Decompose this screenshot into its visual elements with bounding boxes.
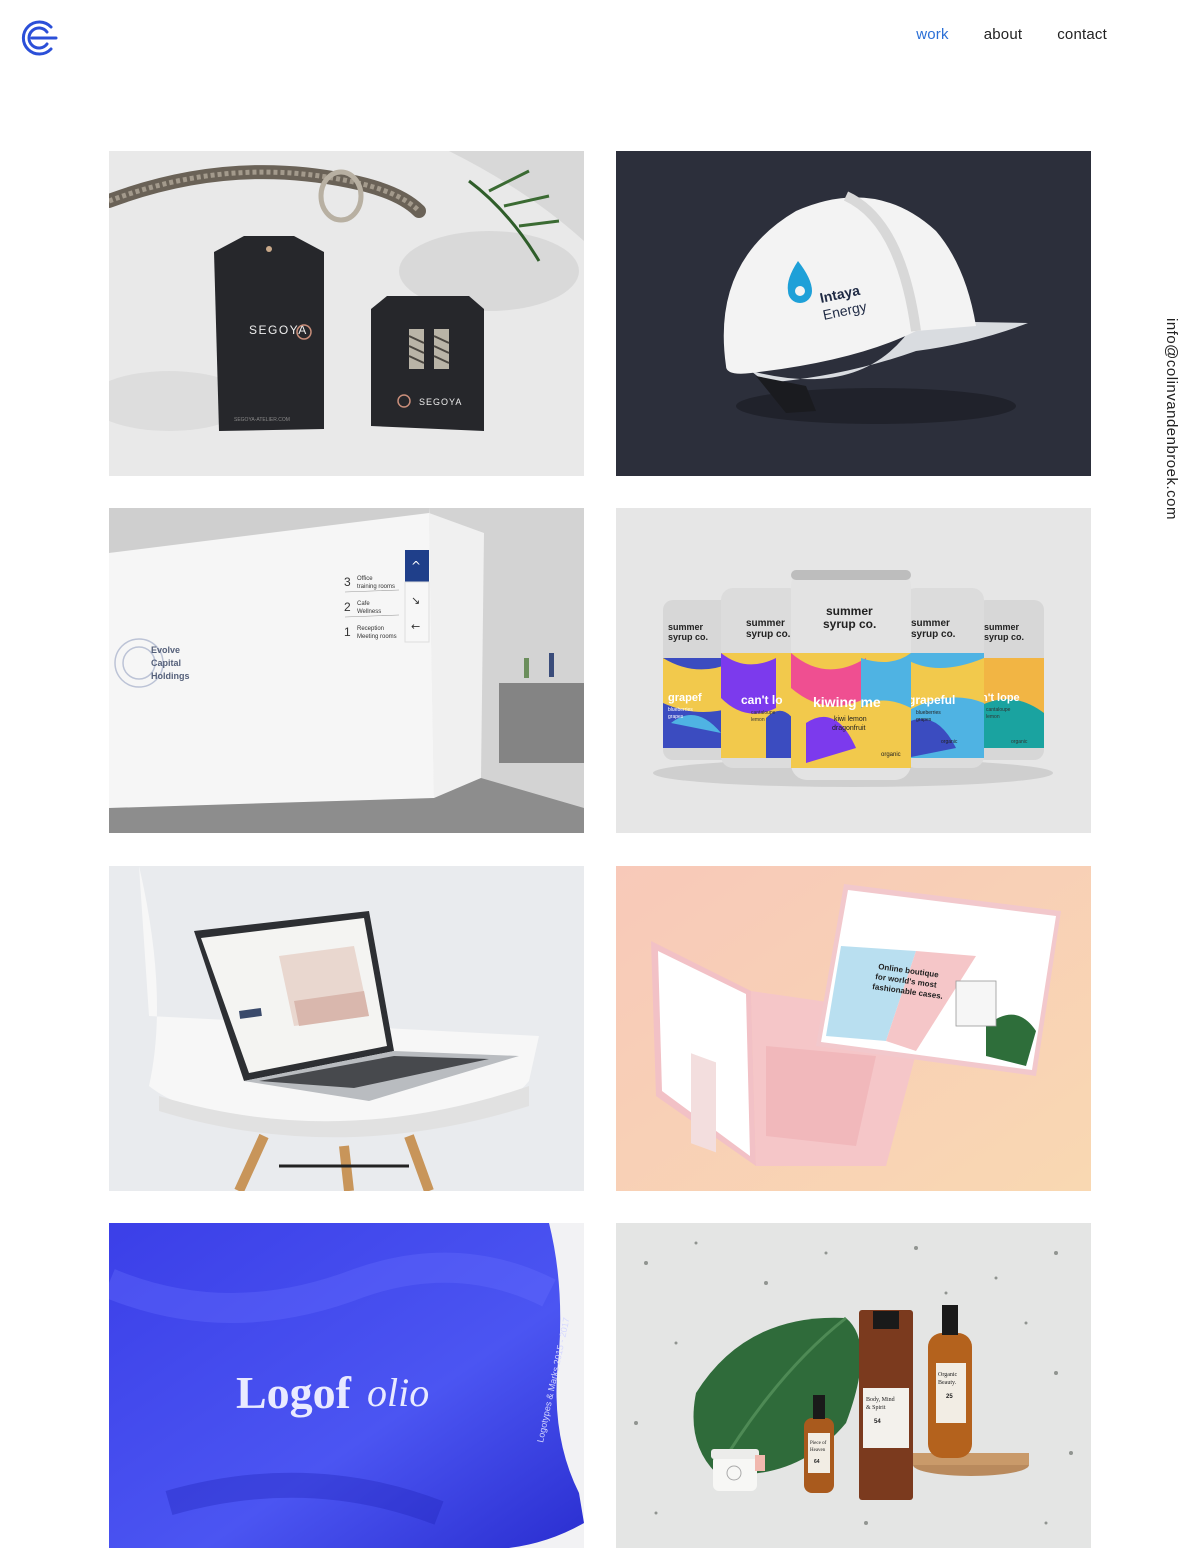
evolve-image: Evolve Capital Holdings ^ ↘ ← 3 Office t… bbox=[109, 508, 584, 833]
can4-note: organic bbox=[941, 739, 958, 745]
bottle1-line2: & Spirit bbox=[866, 1405, 886, 1411]
can4-sub1: blueberries bbox=[916, 710, 941, 716]
summer-syrup-image: summer syrup co. grapef blueberries grap… bbox=[616, 508, 1091, 833]
evolve-floor-2-l2: Wellness bbox=[357, 609, 381, 615]
can3-sub1: kiwi lemon bbox=[834, 716, 867, 723]
can1-sub1: blueberries bbox=[668, 707, 693, 713]
can5-sub1: cantaloupe bbox=[986, 707, 1011, 713]
can2-sub1: cantaloupe bbox=[751, 710, 776, 716]
evolve-floor-1-l1: Reception bbox=[357, 626, 384, 632]
can3-brand-2: syrup co. bbox=[823, 617, 876, 631]
can1-brand-1: summer bbox=[668, 622, 704, 632]
can2-flavor: can't lo bbox=[741, 693, 783, 707]
evolve-floor-3-num: 3 bbox=[344, 575, 351, 589]
project-tile-logofolio[interactable]: Logof olio Logotypes & Marks 2015 - 2017 bbox=[109, 1223, 584, 1548]
arrow-diagonal-icon: ↘ bbox=[411, 594, 420, 607]
logofolio-title-bold: Logof bbox=[236, 1367, 352, 1418]
bottle2-num: 25 bbox=[946, 1394, 953, 1400]
evolve-name-2: Capital bbox=[151, 658, 181, 668]
can1-brand-2: syrup co. bbox=[668, 632, 708, 642]
arrow-left-icon: ← bbox=[411, 620, 420, 633]
project-tile-evolve[interactable]: Evolve Capital Holdings ^ ↘ ← 3 Office t… bbox=[109, 508, 584, 833]
can4-brand-2: syrup co. bbox=[911, 629, 956, 640]
main-nav: work about contact bbox=[916, 26, 1107, 43]
evolve-floor-3-l2: training rooms bbox=[357, 584, 395, 590]
site-logo[interactable] bbox=[18, 18, 58, 58]
evolve-floor-1-l2: Meeting rooms bbox=[357, 634, 397, 640]
project-tile-boutique[interactable]: Online boutique for world's most fashion… bbox=[616, 866, 1091, 1191]
project-tile-laptop-chair[interactable] bbox=[109, 866, 584, 1191]
project-tile-segoya[interactable]: SEGOYA SEGOYA-ATELIER.COM SEGOYA bbox=[109, 151, 584, 476]
can1-flavor: grapef bbox=[668, 692, 702, 704]
can3-flavor: kiwing me bbox=[813, 694, 881, 710]
can3-sub2: dragonfruit bbox=[832, 725, 866, 732]
segoya-card-brand: SEGOYA bbox=[419, 397, 462, 407]
evolve-floor-2-l1: Cafe bbox=[357, 601, 370, 607]
laptop-chair-image bbox=[109, 866, 584, 1191]
project-tile-cosmetics[interactable]: Body, Mind & Spirit 54 Organic Beauty. 2… bbox=[616, 1223, 1091, 1548]
nav-work[interactable]: work bbox=[916, 26, 948, 43]
logo-mark-icon bbox=[21, 20, 58, 56]
dropper-line2: Heaven bbox=[810, 1448, 826, 1453]
segoya-image: SEGOYA SEGOYA-ATELIER.COM SEGOYA bbox=[109, 151, 584, 476]
arrow-up-icon: ^ bbox=[411, 559, 421, 573]
can4-brand-1: summer bbox=[911, 618, 950, 629]
nav-contact[interactable]: contact bbox=[1057, 26, 1107, 43]
dropper-line1: Piece of bbox=[810, 1441, 827, 1446]
evolve-name-1: Evolve bbox=[151, 645, 180, 655]
bottle2-line2: Beauty. bbox=[938, 1380, 957, 1386]
project-tile-summer-syrup[interactable]: summer syrup co. grapef blueberries grap… bbox=[616, 508, 1091, 833]
can4-flavor: grapeful bbox=[908, 693, 955, 707]
email-link[interactable]: info@colinvandenbroek.com bbox=[1163, 318, 1180, 520]
bottle1-line1: Body, Mind bbox=[866, 1397, 895, 1403]
cosmetics-image: Body, Mind & Spirit 54 Organic Beauty. 2… bbox=[616, 1223, 1091, 1548]
can1-sub2: grapes bbox=[668, 714, 684, 720]
can4-sub2: grapes bbox=[916, 717, 932, 723]
logofolio-image: Logof olio Logotypes & Marks 2015 - 2017 bbox=[109, 1223, 584, 1548]
nav-about[interactable]: about bbox=[984, 26, 1023, 43]
can5-flavor: n't lope bbox=[981, 692, 1020, 704]
evolve-floor-1-num: 1 bbox=[344, 625, 351, 639]
can5-brand-2: syrup co. bbox=[984, 632, 1024, 642]
dropper-num: 64 bbox=[814, 1459, 820, 1465]
project-tile-intaya[interactable]: Intaya Energy bbox=[616, 151, 1091, 476]
evolve-floor-3-l1: Office bbox=[357, 576, 373, 582]
intaya-image: Intaya Energy bbox=[616, 151, 1091, 476]
can5-brand-1: summer bbox=[984, 622, 1020, 632]
evolve-name-3: Holdings bbox=[151, 671, 190, 681]
can3-note: organic bbox=[881, 752, 901, 758]
can2-brand-1: summer bbox=[746, 618, 785, 629]
can2-brand-2: syrup co. bbox=[746, 629, 791, 640]
bottle2-line1: Organic bbox=[938, 1372, 958, 1378]
segoya-tag-url: SEGOYA-ATELIER.COM bbox=[234, 417, 290, 423]
can3-brand-1: summer bbox=[826, 604, 873, 618]
segoya-tag-brand: SEGOYA bbox=[249, 323, 308, 337]
evolve-floor-2-num: 2 bbox=[344, 600, 351, 614]
boutique-image: Online boutique for world's most fashion… bbox=[616, 866, 1091, 1191]
can5-note: organic bbox=[1011, 739, 1028, 745]
can5-sub2: lemon bbox=[986, 714, 1000, 720]
logofolio-title-italic: olio bbox=[367, 1370, 429, 1415]
can2-sub2: lemon bbox=[751, 717, 765, 723]
bottle1-num: 54 bbox=[874, 1419, 881, 1425]
